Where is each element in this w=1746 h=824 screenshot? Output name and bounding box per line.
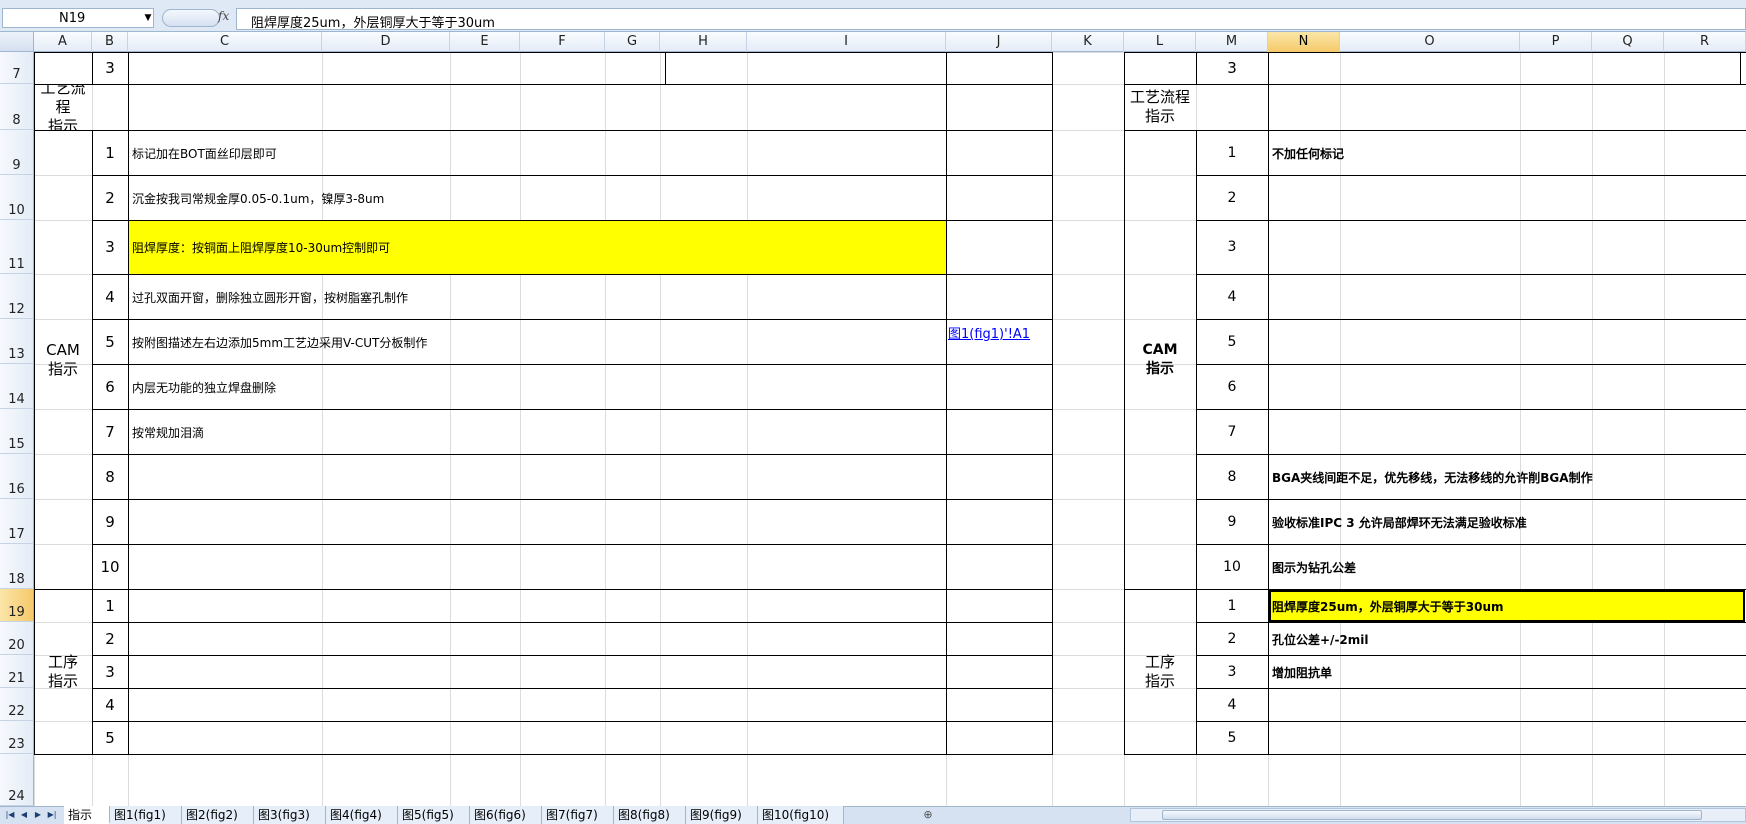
table-border xyxy=(1052,52,1053,755)
sheet-tab[interactable]: 图7(fig7) xyxy=(542,806,614,824)
right-cam-item-text[interactable]: 验收标准IPC 3 允许局部焊环无法满足验收标准 xyxy=(1269,500,1745,544)
left-procedure-item-number[interactable]: 4 xyxy=(92,688,128,721)
right-procedure-item-text[interactable] xyxy=(1269,722,1745,754)
left-process-flow-label[interactable]: 工艺流程 指示 xyxy=(34,84,92,130)
left-cam-item-text[interactable] xyxy=(129,500,946,544)
right-procedure-item-text[interactable]: 孔位公差+/-2mil xyxy=(1269,623,1745,655)
left-cam-item-text[interactable]: 内层无功能的独立焊盘删除 xyxy=(129,365,946,409)
right-procedure-item-text[interactable] xyxy=(1269,689,1745,721)
hyperlink-fig1[interactable]: 图1(fig1)'!A1 xyxy=(948,322,1044,366)
last-sheet-icon[interactable]: ▶| xyxy=(46,808,58,822)
prev-sheet-icon[interactable]: ◀ xyxy=(18,808,30,822)
left-cam-item-text[interactable]: 按常规加泪滴 xyxy=(129,410,946,454)
right-cam-item-number[interactable]: 10 xyxy=(1196,544,1268,589)
right-cam-label[interactable]: CAM 指示 xyxy=(1124,130,1196,589)
sheet-tab[interactable]: 图4(fig4) xyxy=(326,806,398,824)
right-procedure-item-number[interactable]: 3 xyxy=(1196,655,1268,688)
sheet-tab-active[interactable]: 指示 xyxy=(64,806,110,824)
next-sheet-icon[interactable]: ▶ xyxy=(32,808,44,822)
right-procedure-item-number[interactable]: 1 xyxy=(1196,589,1268,622)
left-cam-item-text[interactable]: 标记加在BOT面丝印层即可 xyxy=(129,131,946,175)
left-cam-item-number[interactable]: 10 xyxy=(92,544,128,589)
left-cam-item-number[interactable]: 2 xyxy=(92,175,128,220)
table-border xyxy=(92,721,1052,722)
spreadsheet-window: N19 ▼ fx 阻焊厚度25um，外层铜厚大于等于30um ABCDEFGHI… xyxy=(0,0,1746,824)
sheet-tab[interactable]: 图10(fig10) xyxy=(758,806,844,824)
right-cam-item-text[interactable] xyxy=(1269,365,1745,409)
right-cam-item-number[interactable]: 5 xyxy=(1196,319,1268,364)
left-row7-number[interactable]: 3 xyxy=(92,52,128,84)
first-sheet-icon[interactable]: |◀ xyxy=(4,808,16,822)
table-border xyxy=(92,655,1052,656)
left-procedure-item-number[interactable]: 1 xyxy=(92,589,128,622)
scrollbar-thumb[interactable] xyxy=(1162,810,1702,820)
table-border xyxy=(34,52,1053,53)
table-border xyxy=(92,622,1052,623)
left-cam-item-number[interactable]: 3 xyxy=(92,220,128,274)
right-cam-item-number[interactable]: 7 xyxy=(1196,409,1268,454)
table-border xyxy=(1124,84,1746,85)
sheet-tab[interactable]: 图5(fig5) xyxy=(398,806,470,824)
left-cam-item-number[interactable]: 1 xyxy=(92,130,128,175)
left-cam-item-number[interactable]: 5 xyxy=(92,319,128,364)
right-cam-item-number[interactable]: 8 xyxy=(1196,454,1268,499)
sheet-tab[interactable]: 图1(fig1) xyxy=(110,806,182,824)
sheet-tab[interactable]: 图2(fig2) xyxy=(182,806,254,824)
right-cam-item-text[interactable]: BGA夹线间距不足，优先移线，无法移线的允许削BGA制作 xyxy=(1269,455,1745,499)
left-procedure-item-number[interactable]: 5 xyxy=(92,721,128,754)
right-cam-item-text[interactable] xyxy=(1269,320,1745,364)
right-cam-item-text[interactable] xyxy=(1269,410,1745,454)
left-cam-item-number[interactable]: 7 xyxy=(92,409,128,454)
left-cam-item-number[interactable]: 9 xyxy=(92,499,128,544)
sheet-tab[interactable]: 图9(fig9) xyxy=(686,806,758,824)
right-procedure-item-text[interactable]: 增加阻抗单 xyxy=(1269,656,1745,688)
table-border xyxy=(34,754,1053,755)
right-cam-item-number[interactable]: 9 xyxy=(1196,499,1268,544)
left-procedure-label[interactable]: 工序 指示 xyxy=(34,589,92,754)
right-cam-item-text[interactable] xyxy=(1269,221,1745,274)
right-cam-item-number[interactable]: 1 xyxy=(1196,130,1268,175)
table-border xyxy=(1124,754,1746,755)
right-cam-item-text[interactable] xyxy=(1269,176,1745,220)
right-cam-item-text[interactable] xyxy=(1269,275,1745,319)
right-procedure-label[interactable]: 工序 指示 xyxy=(1124,589,1196,754)
left-cam-item-text[interactable]: 按附图描述左右边添加5mm工艺边采用V-CUT分板制作 xyxy=(129,320,946,364)
table-border xyxy=(1740,52,1741,84)
right-cam-item-text[interactable]: 不加任何标记 xyxy=(1269,131,1745,175)
table-border xyxy=(34,589,1052,590)
right-cam-item-number[interactable]: 3 xyxy=(1196,220,1268,274)
right-procedure-item-number[interactable]: 5 xyxy=(1196,721,1268,754)
left-procedure-item-number[interactable]: 2 xyxy=(92,622,128,655)
left-cam-item-number[interactable]: 6 xyxy=(92,364,128,409)
sheet-tab[interactable]: 图6(fig6) xyxy=(470,806,542,824)
left-cam-item-text[interactable] xyxy=(129,545,946,589)
left-cam-item-number[interactable]: 4 xyxy=(92,274,128,319)
left-procedure-item-number[interactable]: 3 xyxy=(92,655,128,688)
sheet-tab[interactable]: 图8(fig8) xyxy=(614,806,686,824)
right-row7-number[interactable]: 3 xyxy=(1196,52,1268,84)
right-cam-item-text[interactable]: 图示为钻孔公差 xyxy=(1269,545,1745,589)
left-cam-label[interactable]: CAM 指示 xyxy=(34,130,92,589)
right-cam-item-number[interactable]: 6 xyxy=(1196,364,1268,409)
right-process-flow-label[interactable]: 工艺流程 指示 xyxy=(1124,84,1196,130)
right-cam-item-number[interactable]: 4 xyxy=(1196,274,1268,319)
right-procedure-item-number[interactable]: 2 xyxy=(1196,622,1268,655)
insert-sheet-icon[interactable]: ⊕ xyxy=(920,808,936,822)
table-border xyxy=(34,84,1052,85)
left-cam-item-text[interactable] xyxy=(129,455,946,499)
left-cam-item-text[interactable]: 过孔双面开窗，删除独立圆形开窗，按树脂塞孔制作 xyxy=(129,275,946,319)
right-procedure-item-number[interactable]: 4 xyxy=(1196,688,1268,721)
left-cam-item-text[interactable]: 阻焊厚度：按铜面上阻焊厚度10-30um控制即可 xyxy=(129,221,946,274)
sheet-tab[interactable]: 图3(fig3) xyxy=(254,806,326,824)
table-border xyxy=(665,52,666,84)
left-cam-item-number[interactable]: 8 xyxy=(92,454,128,499)
right-cam-item-number[interactable]: 2 xyxy=(1196,175,1268,220)
table-border xyxy=(946,52,947,754)
table-border xyxy=(92,688,1052,689)
active-cell[interactable]: 阻焊厚度25um，外层铜厚大于等于30um xyxy=(1269,590,1745,622)
left-cam-item-text[interactable]: 沉金按我司常规金厚0.05-0.1um，镍厚3-8um xyxy=(129,176,946,220)
